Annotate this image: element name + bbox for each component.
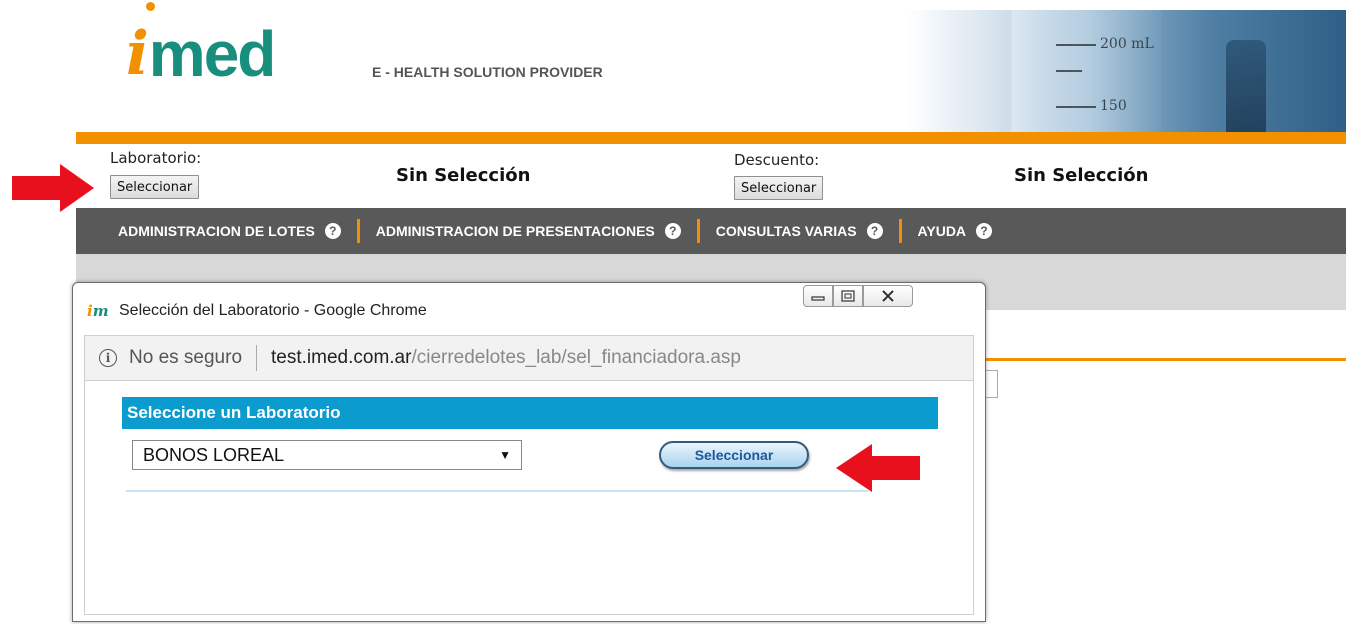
main-menu: ADMINISTRACION DE LOTES ? ADMINISTRACION… (76, 208, 1346, 254)
beaker-mark-150: 150 (1100, 98, 1127, 114)
help-icon[interactable]: ? (976, 223, 993, 239)
laboratorio-dropdown[interactable]: BONOS LOREAL ▼ (132, 440, 522, 470)
laboratorio-label: Laboratorio: (110, 149, 202, 167)
minimize-icon[interactable] (803, 285, 833, 307)
info-icon[interactable]: i (99, 349, 117, 367)
menu-separator (356, 219, 360, 243)
descuento-value: Sin Selección (1014, 165, 1149, 186)
help-icon[interactable]: ? (664, 223, 681, 239)
menu-item-label: AYUDA (917, 223, 967, 239)
window-controls (803, 285, 913, 307)
beaker-mark-200: 200 mL (1100, 36, 1154, 52)
menu-item-administracion-lotes[interactable]: ADMINISTRACION DE LOTES ? (118, 223, 341, 239)
header-banner: 200 mL 150 i med E - HEALTH SOLUTION PROV… (76, 0, 1346, 132)
descuento-label: Descuento: (734, 151, 820, 169)
descuento-select-button[interactable]: Seleccionar (734, 176, 824, 200)
popup-content: Seleccione un Laboratorio BONOS LOREAL ▼… (84, 381, 974, 615)
laboratorio-select-button[interactable]: Seleccionar (110, 175, 200, 199)
seleccionar-button[interactable]: Seleccionar (659, 441, 809, 469)
close-icon[interactable] (863, 285, 913, 307)
menu-item-label: ADMINISTRACION DE PRESENTACIONES (375, 223, 655, 239)
menu-item-ayuda[interactable]: AYUDA ? (918, 223, 993, 239)
popup-titlebar[interactable]: im Selección del Laboratorio - Google Ch… (73, 283, 985, 333)
tagline: E - HEALTH SOLUTION PROVIDER (372, 64, 603, 80)
menu-item-administracion-presentaciones[interactable]: ADMINISTRACION DE PRESENTACIONES ? (376, 223, 681, 239)
security-status[interactable]: No es seguro (129, 347, 242, 369)
help-icon[interactable]: ? (866, 223, 883, 239)
menu-item-consultas-varias[interactable]: CONSULTAS VARIAS ? (716, 223, 883, 239)
lab-glassware-photo: 200 mL 150 (906, 10, 1346, 132)
address-divider (256, 345, 258, 371)
url-path: /cierredelotes_lab/sel_financiadora.asp (411, 347, 741, 368)
content-divider (126, 490, 868, 492)
menu-item-label: ADMINISTRACION DE LOTES (118, 223, 315, 239)
partially-hidden-field[interactable] (984, 370, 998, 398)
section-divider (980, 358, 1346, 361)
menu-separator (696, 219, 700, 243)
laboratorio-section-header: Seleccione un Laboratorio (122, 397, 938, 429)
annotation-arrow-left-icon (836, 444, 920, 492)
beaker-glass (1011, 10, 1161, 132)
imed-favicon-icon: im (87, 302, 109, 320)
annotation-arrow-right-icon (12, 164, 94, 212)
laboratorio-value: Sin Selección (396, 165, 531, 186)
address-bar[interactable]: i No es seguro test.imed.com.ar/cierrede… (84, 335, 974, 381)
logo-letters-med: med (148, 18, 277, 90)
laboratorio-dropdown-value: BONOS LOREAL (143, 444, 285, 465)
dropdown-caret-icon: ▼ (499, 448, 511, 462)
help-icon[interactable]: ? (324, 223, 341, 239)
bottle-shape (1226, 40, 1266, 132)
logo-dot (146, 2, 155, 11)
popup-title: Selección del Laboratorio - Google Chrom… (119, 302, 427, 319)
menu-item-label: CONSULTAS VARIAS (715, 223, 857, 239)
imed-logo: i med (126, 14, 277, 90)
url-host: test.imed.com.ar (271, 347, 412, 368)
menu-separator (898, 219, 902, 243)
maximize-icon[interactable] (833, 285, 863, 307)
header-divider (76, 132, 1346, 144)
logo-letter-i: i (126, 19, 149, 89)
